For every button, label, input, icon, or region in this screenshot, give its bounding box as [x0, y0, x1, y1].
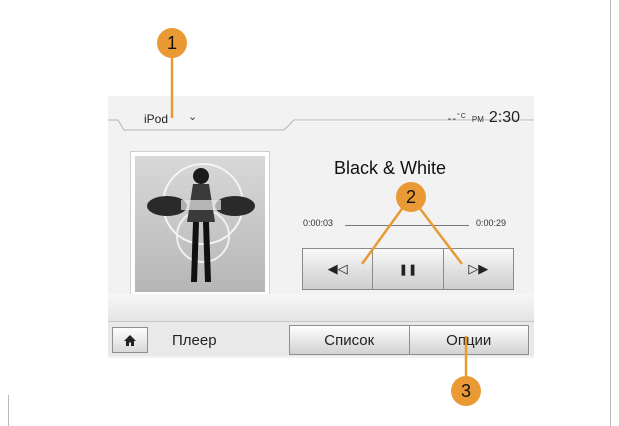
home-icon — [124, 334, 136, 346]
callout-1: 1 — [157, 28, 187, 58]
pause-button[interactable]: ❚❚ — [373, 249, 444, 289]
source-selector[interactable]: iPod ⌄ — [108, 96, 534, 132]
bottom-bar: Плеер Список Опции — [108, 321, 534, 356]
rewind-icon: ◀◁ — [327, 261, 348, 276]
player-menu: Список Опции — [289, 325, 529, 355]
album-art-image — [135, 156, 265, 292]
ampm: PM — [471, 115, 484, 124]
status-area: --°C PM 2:30 — [448, 109, 520, 127]
bottom-gradient — [108, 294, 534, 324]
callout-2: 2 — [396, 182, 426, 212]
media-player-screen: iPod ⌄ --°C PM 2:30 Black & White 0:00:0… — [108, 96, 534, 358]
track-title: Black & White — [333, 158, 447, 178]
elapsed-time: 0:00:03 — [303, 218, 334, 228]
forward-icon: ▷▶ — [468, 261, 489, 276]
options-button[interactable]: Опции — [409, 326, 528, 354]
temperature: --°C — [447, 113, 467, 125]
pause-icon: ❚❚ — [398, 263, 418, 276]
album-cover — [130, 151, 270, 297]
progress-bar[interactable] — [345, 225, 469, 226]
frame-edge — [8, 395, 9, 426]
callout-3: 3 — [451, 376, 481, 406]
clock: 2:30 — [488, 109, 520, 126]
home-button[interactable] — [112, 327, 148, 353]
current-screen-label: Плеер — [172, 332, 217, 349]
list-button[interactable]: Список — [290, 326, 410, 354]
chevron-down-icon: ⌄ — [188, 111, 198, 123]
total-time: 0:00:29 — [476, 218, 507, 228]
source-label: iPod — [144, 112, 169, 126]
transport-controls: ◀◁ ❚❚ ▷▶ — [302, 248, 514, 290]
rewind-button[interactable]: ◀◁ — [303, 249, 374, 289]
forward-button[interactable]: ▷▶ — [443, 249, 513, 289]
